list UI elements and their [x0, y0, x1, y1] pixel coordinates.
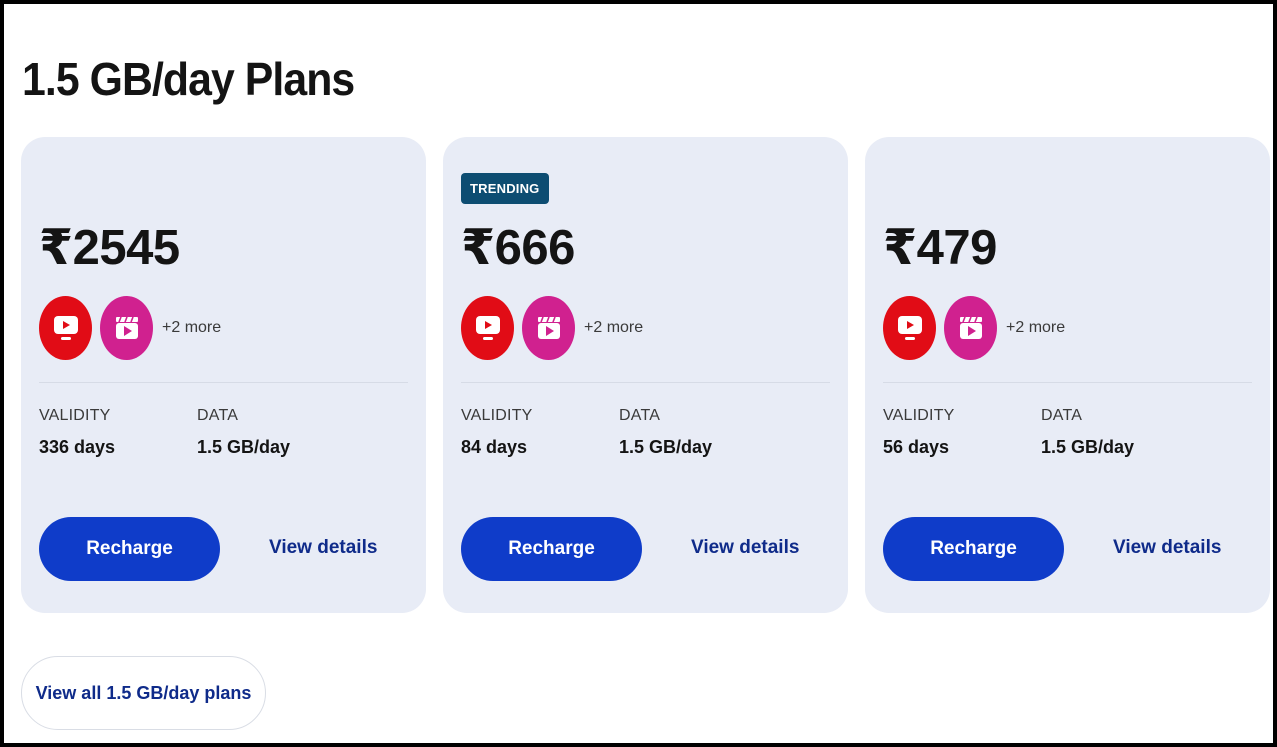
- cinema-app-icon: [944, 296, 997, 360]
- more-benefits-text[interactable]: +2 more: [162, 319, 221, 337]
- view-details-link[interactable]: View details: [269, 537, 377, 559]
- validity-block: VALIDITY 56 days: [883, 407, 955, 458]
- view-details-link[interactable]: View details: [1113, 537, 1221, 559]
- more-benefits-text[interactable]: +2 more: [584, 319, 643, 337]
- data-label: DATA: [1041, 407, 1083, 424]
- cinema-app-icon: [522, 296, 575, 360]
- divider: [883, 382, 1252, 383]
- plan-card[interactable]: TRENDING ₹666 +2 more VALIDITY 84 days D…: [443, 137, 848, 613]
- validity-label: VALIDITY: [39, 407, 111, 424]
- recharge-button[interactable]: Recharge: [883, 517, 1064, 581]
- recharge-button[interactable]: Recharge: [461, 517, 642, 581]
- plan-price: ₹479: [883, 221, 997, 275]
- data-value: 1.5 GB/day: [1041, 437, 1135, 457]
- plan-card[interactable]: ₹479 +2 more VALIDITY 56 days DATA 1.5 G…: [865, 137, 1270, 613]
- data-block: DATA 1.5 GB/day: [619, 407, 712, 458]
- data-label: DATA: [197, 407, 239, 424]
- trending-badge: TRENDING: [461, 173, 549, 204]
- data-value: 1.5 GB/day: [619, 437, 713, 457]
- recharge-button[interactable]: Recharge: [39, 517, 220, 581]
- benefits-row[interactable]: +2 more: [883, 295, 1065, 361]
- page-title: 1.5 GB/day Plans: [22, 53, 355, 105]
- view-details-link[interactable]: View details: [691, 537, 799, 559]
- data-block: DATA 1.5 GB/day: [197, 407, 290, 458]
- validity-label: VALIDITY: [883, 407, 955, 424]
- data-value: 1.5 GB/day: [197, 437, 291, 457]
- benefits-row[interactable]: +2 more: [39, 295, 221, 361]
- divider: [461, 382, 830, 383]
- page-frame: 1.5 GB/day Plans ₹2545 +2 more VALIDITY …: [0, 0, 1277, 747]
- divider: [39, 382, 408, 383]
- benefits-row[interactable]: +2 more: [461, 295, 643, 361]
- tv-app-icon: [39, 296, 92, 360]
- plan-card[interactable]: ₹2545 +2 more VALIDITY 336 days DATA 1.5…: [21, 137, 426, 613]
- plan-price: ₹2545: [39, 221, 180, 275]
- cinema-app-icon: [100, 296, 153, 360]
- validity-block: VALIDITY 336 days: [39, 407, 115, 458]
- data-label: DATA: [619, 407, 661, 424]
- tv-app-icon: [461, 296, 514, 360]
- more-benefits-text[interactable]: +2 more: [1006, 319, 1065, 337]
- validity-value: 336 days: [39, 437, 116, 457]
- validity-block: VALIDITY 84 days: [461, 407, 533, 458]
- validity-value: 56 days: [883, 437, 950, 457]
- plan-price: ₹666: [461, 221, 575, 275]
- data-block: DATA 1.5 GB/day: [1041, 407, 1134, 458]
- tv-app-icon: [883, 296, 936, 360]
- validity-value: 84 days: [461, 437, 528, 457]
- validity-label: VALIDITY: [461, 407, 533, 424]
- view-all-plans-button[interactable]: View all 1.5 GB/day plans: [21, 656, 266, 730]
